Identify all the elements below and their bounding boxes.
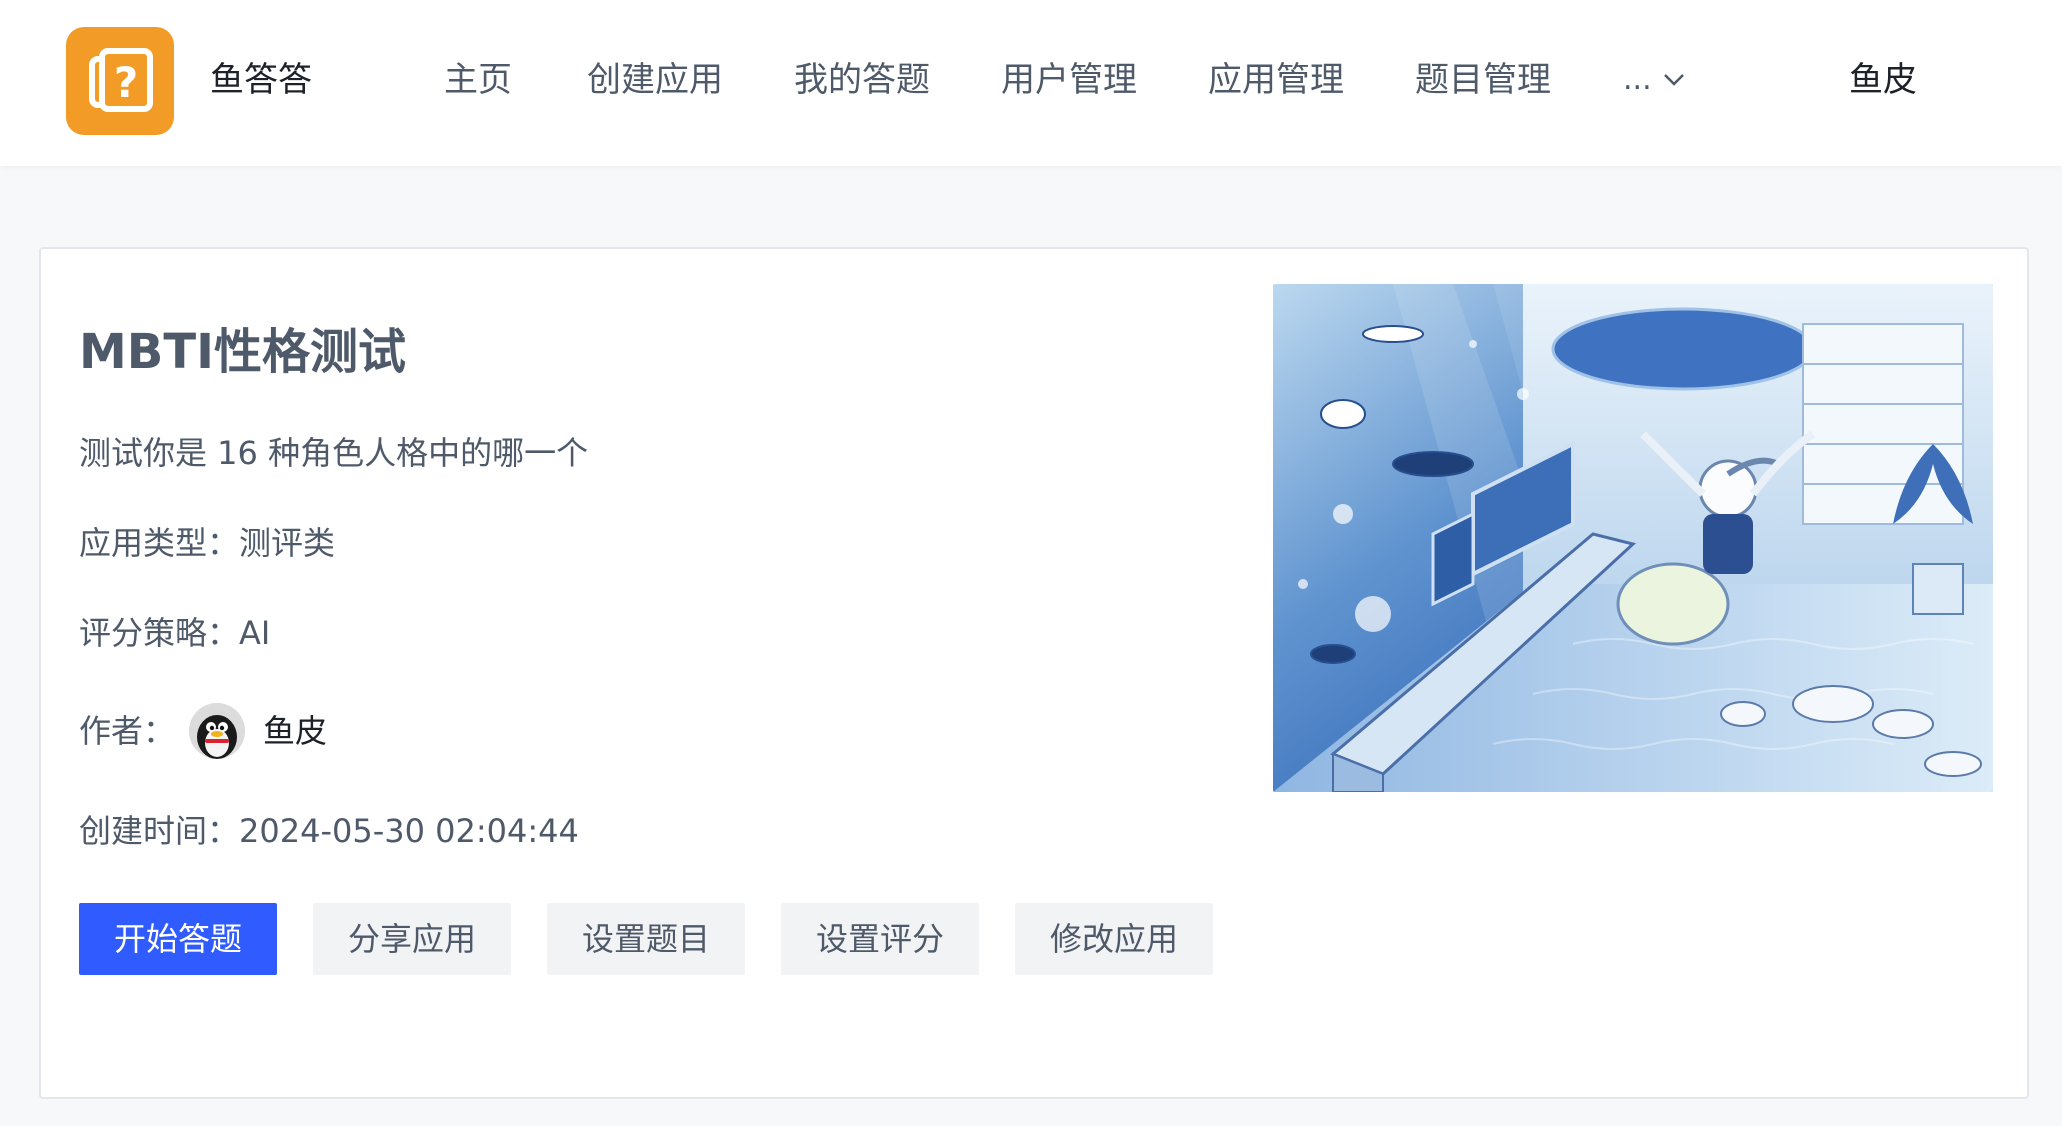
nav-create-app[interactable]: 创建应用: [587, 56, 723, 104]
scoring-strategy-row: 评分策略：AI: [79, 611, 270, 655]
top-navbar: ? 鱼答答 主页 创建应用 我的答题 用户管理 应用管理 题目管理 ... 鱼皮: [0, 0, 2062, 166]
author-name[interactable]: 鱼皮: [263, 709, 327, 753]
app-type-row: 应用类型：测评类: [79, 521, 335, 565]
nav-user-management[interactable]: 用户管理: [1001, 56, 1137, 104]
edit-app-button[interactable]: 修改应用: [1015, 903, 1213, 975]
app-logo-icon[interactable]: ?: [66, 27, 174, 135]
brand-name[interactable]: 鱼答答: [210, 56, 312, 104]
author-avatar: [189, 703, 245, 759]
share-app-button[interactable]: 分享应用: [313, 903, 511, 975]
nav-my-answers[interactable]: 我的答题: [794, 56, 930, 104]
start-answer-button[interactable]: 开始答题: [79, 903, 277, 975]
app-type-value: 测评类: [239, 524, 336, 562]
app-description: 测试你是 16 种角色人格中的哪一个: [79, 434, 589, 472]
nav-more-menu[interactable]: ...: [1623, 56, 1652, 104]
nav-question-management[interactable]: 题目管理: [1415, 56, 1551, 104]
created-time-value: 2024-05-30 02:04:44: [239, 812, 579, 850]
page: ? 鱼答答 主页 创建应用 我的答题 用户管理 应用管理 题目管理 ... 鱼皮…: [0, 0, 2062, 1126]
app-detail-card: MBTI性格测试 测试你是 16 种角色人格中的哪一个 应用类型：测评类 评分策…: [39, 247, 2029, 1099]
app-title: MBTI性格测试: [79, 324, 406, 380]
app-type-label: 应用类型：: [79, 524, 240, 562]
author-label: 作者：: [79, 712, 176, 750]
scoring-strategy-label: 评分策略：: [79, 614, 240, 652]
scoring-strategy-value: AI: [239, 614, 271, 652]
set-questions-button[interactable]: 设置题目: [547, 903, 745, 975]
nav-home[interactable]: 主页: [444, 56, 512, 104]
set-scoring-button[interactable]: 设置评分: [781, 903, 979, 975]
nav-app-management[interactable]: 应用管理: [1208, 56, 1344, 104]
created-time-row: 创建时间：2024-05-30 02:04:44: [79, 809, 579, 853]
current-user-name[interactable]: 鱼皮: [1849, 56, 1917, 104]
chevron-down-icon[interactable]: [1662, 70, 1686, 90]
app-cover-image: [1273, 284, 1993, 792]
created-time-label: 创建时间：: [79, 812, 240, 850]
svg-text:?: ?: [114, 58, 138, 107]
